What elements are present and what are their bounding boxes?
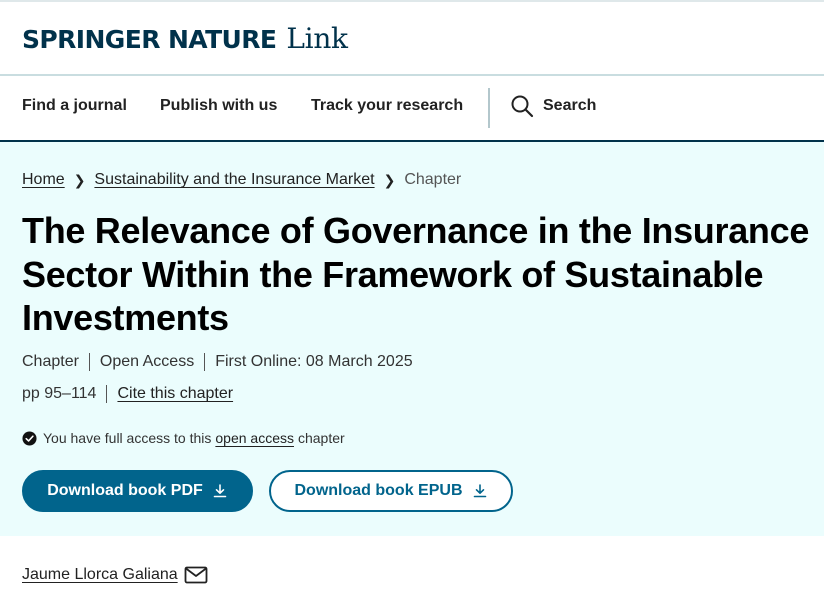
search-icon xyxy=(511,95,534,118)
download-pdf-label: Download book PDF xyxy=(47,482,203,499)
main-nav: Find a journal Publish with us Track you… xyxy=(0,76,824,142)
chevron-right-icon: ❯ xyxy=(383,171,396,188)
nav-find-journal[interactable]: Find a journal xyxy=(22,97,127,115)
meta-divider xyxy=(204,353,206,371)
check-circle-icon xyxy=(22,430,37,446)
download-epub-label: Download book EPUB xyxy=(294,482,463,499)
meta-divider xyxy=(106,385,108,403)
meta-divider xyxy=(88,353,90,371)
brand-header: SPRINGER NATURE Link xyxy=(0,0,824,76)
page-range: pp 95–114 xyxy=(22,385,97,402)
download-icon xyxy=(473,484,486,498)
chapter-pages-meta: pp 95–114 Cite this chapter xyxy=(22,385,233,403)
first-online-date: First Online: 08 March 2025 xyxy=(215,353,413,370)
author-name-link[interactable]: Jaume Llorca Galiana xyxy=(22,566,178,584)
content-type: Chapter xyxy=(22,353,79,370)
breadcrumb-home[interactable]: Home xyxy=(22,171,65,189)
search-label: Search xyxy=(543,97,597,114)
nav-publish-with-us[interactable]: Publish with us xyxy=(160,97,277,115)
chapter-title: The Relevance of Governance in the Insur… xyxy=(22,210,810,338)
brand-sub: Link xyxy=(286,22,348,55)
springer-nature-link-logo[interactable]: SPRINGER NATURE Link xyxy=(22,22,348,55)
nav-divider xyxy=(488,88,490,128)
access-suffix: chapter xyxy=(297,430,345,446)
cite-chapter-link[interactable]: Cite this chapter xyxy=(117,385,233,403)
download-book-pdf-button[interactable]: Download book PDF xyxy=(22,470,253,512)
search-button[interactable]: Search xyxy=(510,94,596,118)
access-prefix: You have full access to this xyxy=(43,430,212,446)
brand-name: SPRINGER NATURE xyxy=(22,25,277,54)
download-book-epub-button[interactable]: Download book EPUB xyxy=(269,470,513,512)
author: Jaume Llorca Galiana xyxy=(22,566,208,584)
breadcrumb-book[interactable]: Sustainability and the Insurance Market xyxy=(94,171,374,189)
download-icon xyxy=(213,484,227,498)
access-notice: You have full access to this open access… xyxy=(22,430,345,446)
breadcrumb-current: Chapter xyxy=(404,171,462,188)
nav-track-research[interactable]: Track your research xyxy=(311,97,463,115)
chapter-meta: Chapter Open Access First Online: 08 Mar… xyxy=(22,353,413,371)
breadcrumb: Home ❯ Sustainability and the Insurance … xyxy=(22,171,461,189)
open-access-link[interactable]: open access xyxy=(215,430,294,446)
mail-icon[interactable] xyxy=(184,566,208,584)
chapter-hero: Home ❯ Sustainability and the Insurance … xyxy=(0,142,824,536)
open-access-label: Open Access xyxy=(99,353,195,370)
chevron-right-icon: ❯ xyxy=(73,171,86,188)
